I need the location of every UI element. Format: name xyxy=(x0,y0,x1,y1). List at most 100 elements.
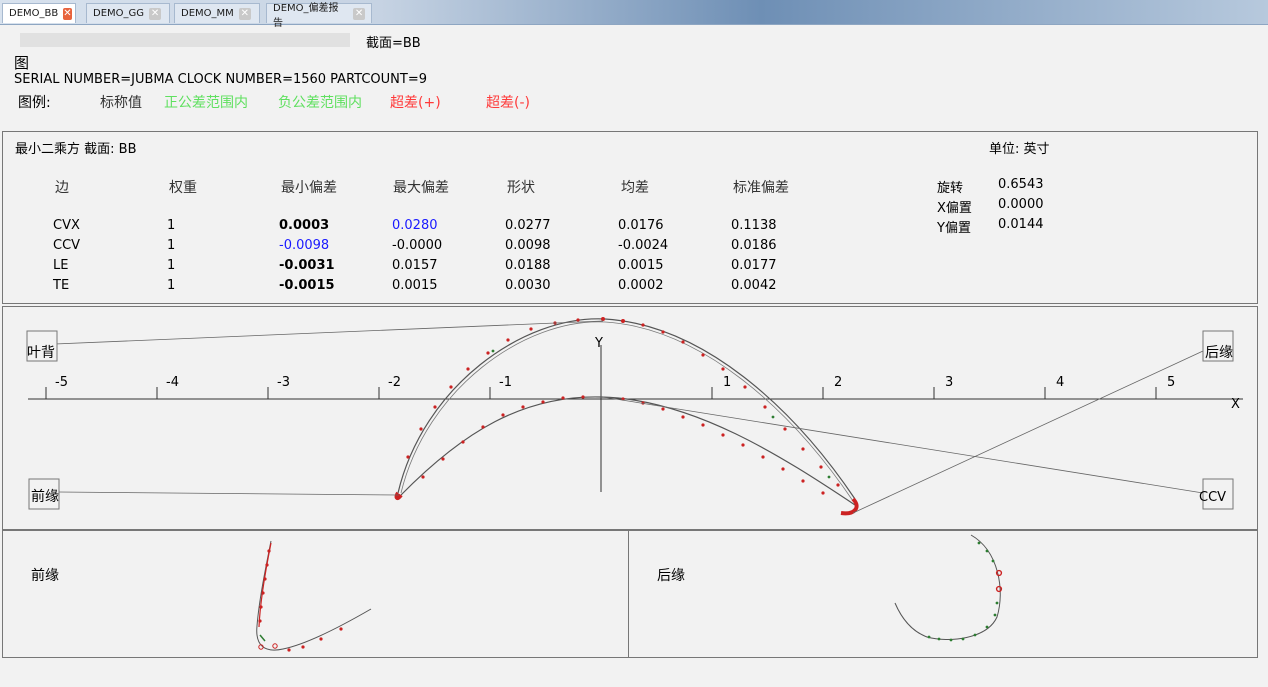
trailing-edge-detail-plot xyxy=(894,534,1003,642)
row-mean: 0.0002 xyxy=(618,278,664,293)
convex-measured-curve xyxy=(400,321,854,502)
row-min: -0.0098 xyxy=(279,238,330,253)
leading-edge-detail-panel: 前缘 xyxy=(2,530,630,658)
y-offset-value: 0.0144 xyxy=(998,217,1044,232)
tab-demo-bb[interactable]: DEMO_BB ✕ xyxy=(2,3,76,23)
leading-edge-in-tolerance-mark xyxy=(259,634,266,642)
row-max: 0.0015 xyxy=(392,278,438,293)
close-icon[interactable]: ✕ xyxy=(238,7,251,20)
tick-label: 1 xyxy=(723,375,731,390)
trailing-edge-nominal-curve xyxy=(894,534,1001,640)
redacted-info xyxy=(20,33,350,47)
tab-demo-gg[interactable]: DEMO_GG ✕ xyxy=(86,3,170,23)
stats-panel: 最小二乘方 截面: BB 单位: 英寸 边 权重 最小偏差 最大偏差 形状 均差… xyxy=(2,131,1258,304)
leading-edge-detail-plot xyxy=(256,540,372,652)
tab-demo-mm[interactable]: DEMO_MM ✕ xyxy=(174,3,260,23)
row-min: 0.0003 xyxy=(279,218,330,233)
row-weight: 1 xyxy=(167,258,176,273)
row-max: 0.0157 xyxy=(392,258,438,273)
row-form: 0.0030 xyxy=(505,278,551,293)
legend-over-minus: 超差(-) xyxy=(486,95,530,111)
tab-label: DEMO_GG xyxy=(93,8,145,19)
in-tolerance-points xyxy=(491,349,831,479)
leading-edge-measured-curve xyxy=(258,542,272,628)
col-std: 标准偏差 xyxy=(733,180,789,196)
row-edge: CVX xyxy=(53,218,80,233)
legend-nominal: 标称值 xyxy=(100,95,142,111)
close-icon[interactable]: ✕ xyxy=(63,7,72,20)
y-offset-label: Y偏置 xyxy=(937,221,971,236)
legend-negative-in-tolerance: 负公差范围内 xyxy=(278,95,362,111)
tick-label: 4 xyxy=(1056,375,1064,390)
col-max-dev: 最大偏差 xyxy=(393,180,449,196)
callout-line xyxy=(602,396,1204,494)
row-form: 0.0098 xyxy=(505,238,551,253)
legend-over-plus: 超差(+) xyxy=(390,95,441,111)
col-edge: 边 xyxy=(55,180,69,196)
x-axis-label: X xyxy=(1231,397,1240,412)
row-max: 0.0280 xyxy=(392,218,438,233)
convex-points xyxy=(406,317,840,487)
row-std: 0.0177 xyxy=(731,258,777,273)
rotation-value: 0.6543 xyxy=(998,177,1044,192)
section-label: 截面=BB xyxy=(366,36,421,51)
col-min-dev: 最小偏差 xyxy=(281,180,337,196)
row-mean: -0.0024 xyxy=(618,238,669,253)
tick-label: -1 xyxy=(499,375,512,390)
close-icon[interactable]: ✕ xyxy=(353,7,365,20)
row-mean: 0.0176 xyxy=(618,218,664,233)
trailing-edge-detail-panel: 后缘 xyxy=(628,530,1258,658)
row-weight: 1 xyxy=(167,238,176,253)
callout-convex: 叶背 xyxy=(27,345,55,361)
close-icon[interactable]: ✕ xyxy=(149,7,162,20)
convex-nominal-curve xyxy=(397,318,856,500)
figure-label: 图 xyxy=(14,54,30,72)
row-std: 0.1138 xyxy=(731,218,777,233)
row-weight: 1 xyxy=(167,218,176,233)
unit-label: 单位: 英寸 xyxy=(989,142,1050,157)
row-edge: TE xyxy=(53,278,70,293)
row-max: -0.0000 xyxy=(392,238,443,253)
leading-edge-nominal-curve xyxy=(256,540,372,651)
tick-label: -4 xyxy=(166,375,179,390)
row-std: 0.0186 xyxy=(731,238,777,253)
row-edge: CCV xyxy=(53,238,81,253)
row-min: -0.0015 xyxy=(279,278,335,293)
tick-label: 3 xyxy=(945,375,953,390)
row-mean: 0.0015 xyxy=(618,258,664,273)
callout-line xyxy=(852,350,1204,514)
y-axis-label: Y xyxy=(594,336,603,351)
tick-label: -5 xyxy=(55,375,68,390)
row-weight: 1 xyxy=(167,278,176,293)
callout-line xyxy=(30,320,604,346)
callout-trailing: 后缘 xyxy=(1205,345,1233,361)
tick-label: 2 xyxy=(834,375,842,390)
callout-concave: CCV xyxy=(1199,490,1226,505)
profile-panel: -5 -4 -3 -2 -1 1 2 3 4 5 X Y 叶背 前缘 后缘 CC… xyxy=(2,306,1258,530)
tab-deviation-report[interactable]: DEMO_偏差报告 ✕ xyxy=(266,3,372,29)
col-weight: 权重 xyxy=(169,180,197,196)
row-min: -0.0031 xyxy=(279,258,335,273)
row-form: 0.0188 xyxy=(505,258,551,273)
tab-label: DEMO_MM xyxy=(181,8,234,19)
legend-title: 图例: xyxy=(18,95,51,111)
row-form: 0.0277 xyxy=(505,218,551,233)
row-std: 0.0042 xyxy=(731,278,777,293)
leading-edge-highlight xyxy=(394,491,403,501)
tick-label: 5 xyxy=(1167,375,1175,390)
rotation-label: 旋转 xyxy=(937,181,964,196)
leading-edge-points xyxy=(258,549,343,652)
concave-points xyxy=(421,395,825,495)
airfoil-profile-plot: -5 -4 -3 -2 -1 1 2 3 4 5 X Y 叶背 前缘 后缘 CC… xyxy=(26,317,1243,516)
tab-label: DEMO_偏差报告 xyxy=(273,2,339,29)
row-edge: LE xyxy=(53,258,69,273)
trailing-edge-points xyxy=(927,541,999,642)
tab-bar: DEMO_BB ✕ DEMO_GG ✕ DEMO_MM ✕ DEMO_偏差报告 … xyxy=(0,0,1268,29)
col-mean: 均差 xyxy=(621,180,649,196)
callout-line xyxy=(58,491,400,496)
tick-label: -3 xyxy=(277,375,290,390)
concave-nominal-curve xyxy=(400,396,856,506)
serial-line: SERIAL NUMBER=JUBMA CLOCK NUMBER=1560 PA… xyxy=(14,72,427,87)
callout-leading: 前缘 xyxy=(31,488,59,505)
stats-title: 最小二乘方 截面: BB xyxy=(15,142,137,157)
